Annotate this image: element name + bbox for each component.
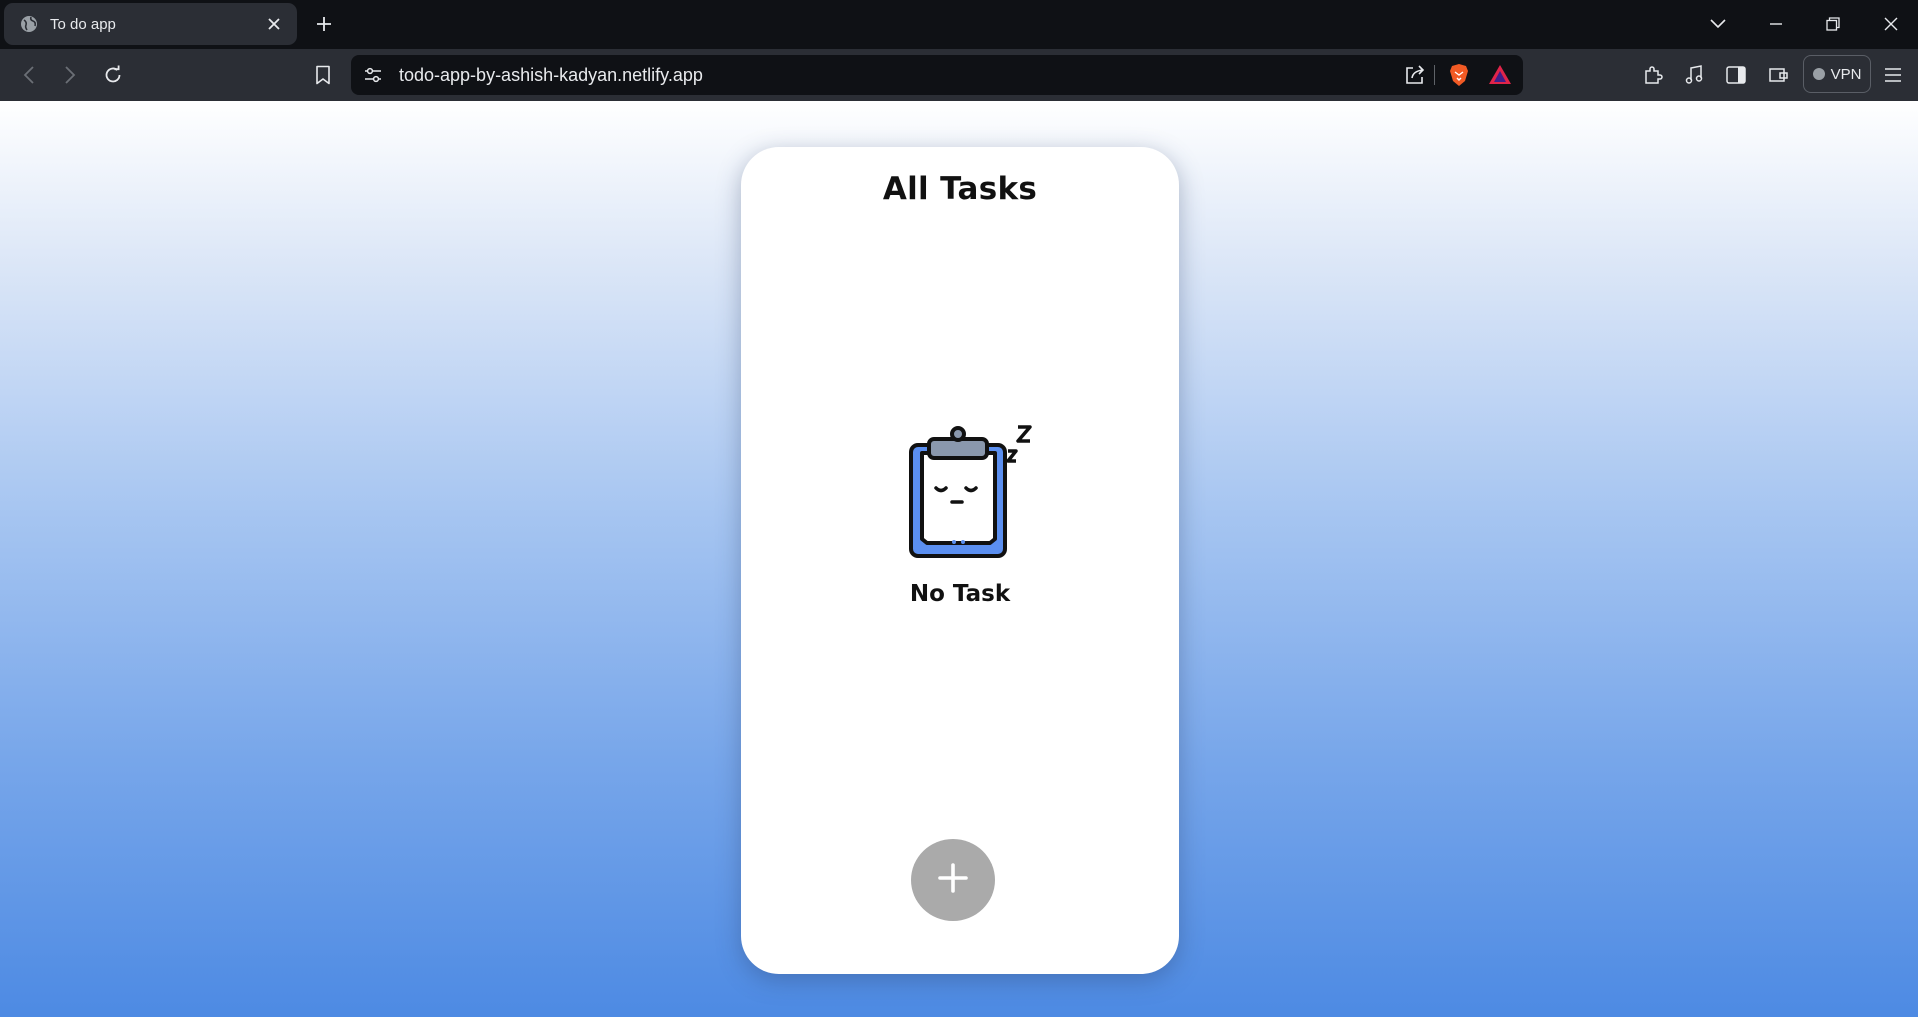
plus-icon xyxy=(938,862,968,898)
close-tab-icon[interactable] xyxy=(263,13,285,35)
globe-icon xyxy=(20,15,38,33)
minimize-icon[interactable] xyxy=(1764,12,1788,36)
brave-rewards-icon[interactable] xyxy=(1488,63,1512,87)
page-title: All Tasks xyxy=(882,171,1038,207)
tab-title: To do app xyxy=(50,15,116,33)
extensions-icon[interactable] xyxy=(1640,62,1666,88)
sleeping-clipboard-icon xyxy=(906,425,1038,561)
tab-strip: To do app xyxy=(0,0,1918,49)
reload-icon[interactable] xyxy=(100,62,126,88)
wallet-icon[interactable] xyxy=(1765,62,1791,88)
menu-icon[interactable] xyxy=(1880,62,1906,88)
media-icon[interactable] xyxy=(1681,62,1707,88)
sidebar-toggle-icon[interactable] xyxy=(1723,62,1749,88)
address-bar[interactable]: todo-app-by-ashish-kadyan.netlify.app xyxy=(351,55,1523,95)
site-settings-icon[interactable] xyxy=(361,63,385,87)
bookmark-icon[interactable] xyxy=(310,62,336,88)
browser-toolbar: todo-app-by-ashish-kadyan.netlify.app VP… xyxy=(0,49,1918,101)
url-divider xyxy=(1434,65,1435,85)
todo-card: All Tasks No Task xyxy=(741,147,1179,974)
brave-shields-icon[interactable] xyxy=(1447,63,1471,87)
tab-search-chevron-icon[interactable] xyxy=(1706,12,1730,36)
back-icon[interactable] xyxy=(16,62,42,88)
vpn-status-icon xyxy=(1812,68,1825,80)
new-tab-icon[interactable] xyxy=(312,12,336,36)
restore-icon[interactable] xyxy=(1821,12,1845,36)
add-task-button[interactable] xyxy=(911,839,995,921)
share-icon[interactable] xyxy=(1403,63,1427,87)
close-window-icon[interactable] xyxy=(1879,12,1903,36)
page-viewport: All Tasks No Task xyxy=(0,101,1918,1017)
forward-icon[interactable] xyxy=(57,62,83,88)
vpn-button[interactable]: VPN xyxy=(1803,55,1871,93)
url-text: todo-app-by-ashish-kadyan.netlify.app xyxy=(399,65,703,85)
empty-state-text: No Task xyxy=(909,581,1011,607)
browser-tab[interactable]: To do app xyxy=(4,3,297,45)
vpn-label: VPN xyxy=(1830,65,1862,83)
